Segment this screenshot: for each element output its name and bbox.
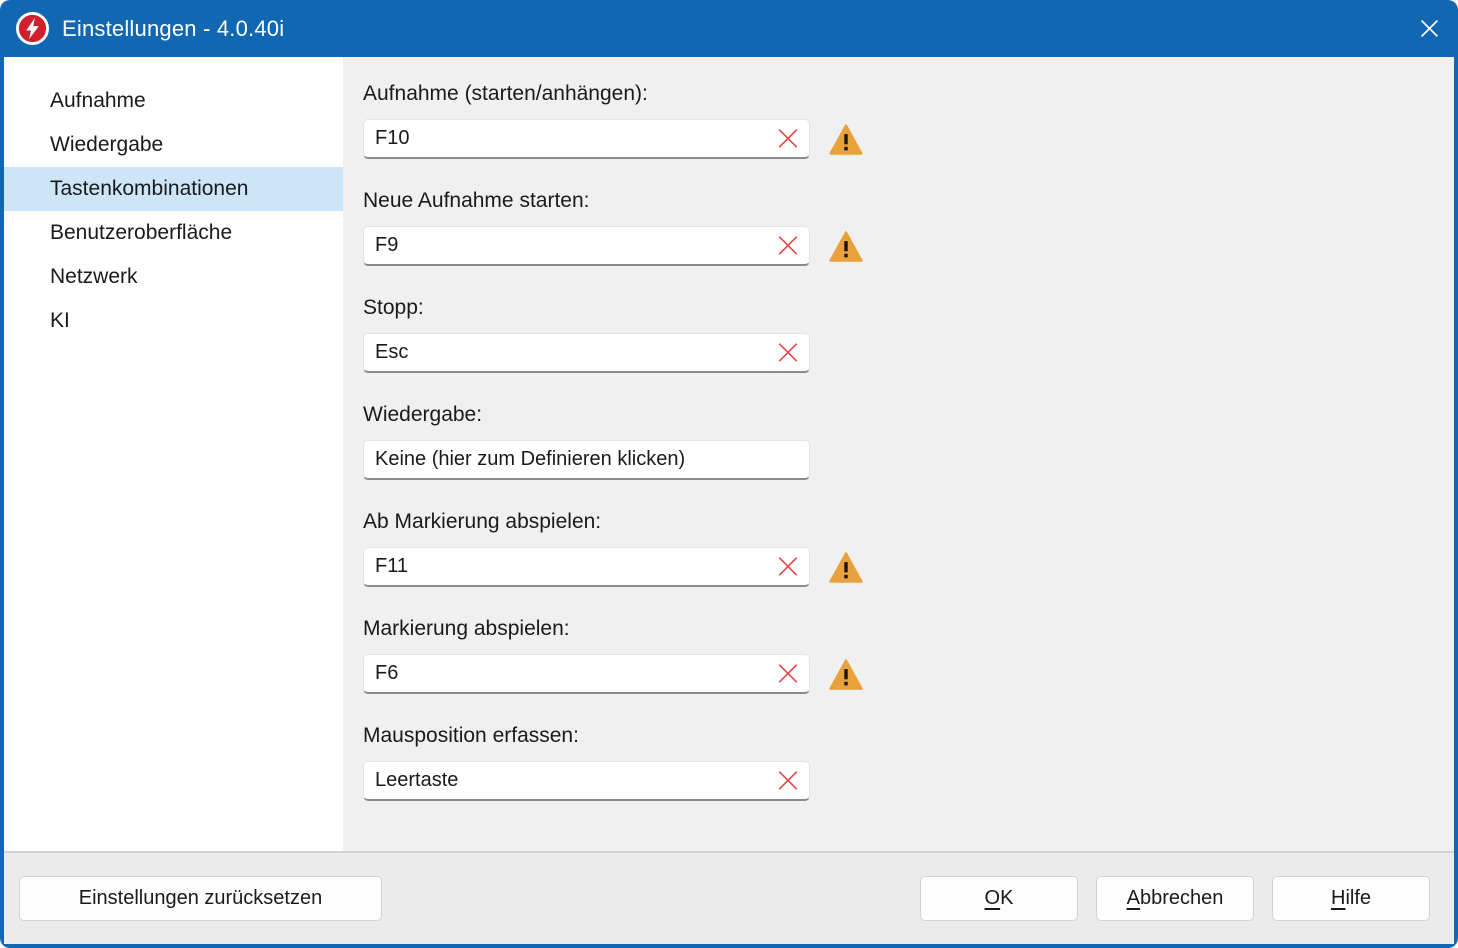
titlebar[interactable]: Einstellungen - 4.0.40i (0, 0, 1458, 57)
hotkey-input-play-from-selection[interactable] (363, 547, 810, 587)
warning-icon (829, 552, 863, 583)
field-label: Aufnahme (starten/anhängen): (363, 81, 1454, 106)
field-play-selection: Markierung abspielen: (363, 616, 1454, 694)
clear-hotkey-button[interactable] (773, 658, 803, 688)
reset-settings-button[interactable]: Einstellungen zurücksetzen (19, 876, 382, 921)
app-logo-icon (16, 12, 49, 45)
sidebar-item-wiedergabe[interactable]: Wiedergabe (4, 123, 343, 167)
field-playback: Wiedergabe: (363, 402, 1454, 480)
field-record-start-append: Aufnahme (starten/anhängen): (363, 81, 1454, 159)
sidebar-item-benutzeroberflaeche[interactable]: Benutzeroberfläche (4, 211, 343, 255)
clear-x-icon (774, 659, 802, 687)
window-title: Einstellungen - 4.0.40i (62, 16, 284, 42)
help-mnemonic: H (1331, 887, 1345, 909)
close-button[interactable] (1400, 0, 1458, 57)
warning-icon (829, 231, 863, 262)
field-new-record-start: Neue Aufnahme starten: (363, 188, 1454, 266)
help-button[interactable]: Hilfe (1272, 876, 1430, 921)
clear-x-icon (774, 338, 802, 366)
field-stop: Stopp: (363, 295, 1454, 373)
field-capture-mouse-position: Mausposition erfassen: (363, 723, 1454, 801)
sidebar-item-ki[interactable]: KI (4, 299, 343, 343)
sidebar-item-netzwerk[interactable]: Netzwerk (4, 255, 343, 299)
ok-mnemonic: O (985, 887, 1001, 909)
ok-rest: K (1000, 887, 1013, 909)
hotkey-input-record[interactable] (363, 119, 810, 159)
warning-icon (829, 124, 863, 155)
hotkeys-panel: Aufnahme (starten/anhängen): (343, 57, 1454, 851)
sidebar-item-aufnahme[interactable]: Aufnahme (4, 79, 343, 123)
field-label: Markierung abspielen: (363, 616, 1454, 641)
close-icon (1416, 15, 1443, 42)
field-label: Wiedergabe: (363, 402, 1454, 427)
sidebar-item-tastenkombinationen[interactable]: Tastenkombinationen (4, 167, 343, 211)
clear-hotkey-button[interactable] (773, 551, 803, 581)
ok-button[interactable]: OK (920, 876, 1078, 921)
clear-x-icon (774, 552, 802, 580)
clear-x-icon (774, 124, 802, 152)
hotkey-input-playback[interactable] (363, 440, 810, 480)
field-label: Neue Aufnahme starten: (363, 188, 1454, 213)
clear-hotkey-button[interactable] (773, 230, 803, 260)
hotkey-input-capture-mouse[interactable] (363, 761, 810, 801)
field-label: Mausposition erfassen: (363, 723, 1454, 748)
cancel-mnemonic: A (1127, 887, 1140, 909)
dialog-footer: Einstellungen zurücksetzen OK Abbrechen … (4, 851, 1454, 944)
clear-x-icon (774, 231, 802, 259)
sidebar-nav: Aufnahme Wiedergabe Tastenkombinationen … (4, 57, 343, 851)
clear-x-icon (774, 766, 802, 794)
field-label: Ab Markierung abspielen: (363, 509, 1454, 534)
hotkey-input-stop[interactable] (363, 333, 810, 373)
hotkey-input-new-record[interactable] (363, 226, 810, 266)
clear-hotkey-button[interactable] (773, 123, 803, 153)
warning-icon (829, 659, 863, 690)
cancel-button[interactable]: Abbrechen (1096, 876, 1254, 921)
clear-hotkey-button[interactable] (773, 337, 803, 367)
settings-window: Einstellungen - 4.0.40i Aufnahme Wiederg… (0, 0, 1458, 948)
clear-hotkey-button[interactable] (773, 765, 803, 795)
cancel-rest: bbrechen (1140, 887, 1223, 909)
field-play-from-selection: Ab Markierung abspielen: (363, 509, 1454, 587)
dialog-body: Aufnahme Wiedergabe Tastenkombinationen … (4, 57, 1454, 851)
hotkey-input-play-selection[interactable] (363, 654, 810, 694)
field-label: Stopp: (363, 295, 1454, 320)
help-rest: ilfe (1345, 887, 1371, 909)
